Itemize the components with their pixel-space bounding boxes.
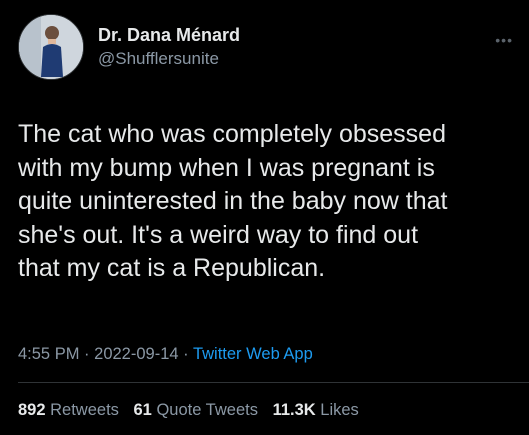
author-handle[interactable]: @Shufflersunite <box>98 49 240 69</box>
tweet-source-link[interactable]: Twitter Web App <box>193 345 313 363</box>
tweet-header: Dr. Dana Ménard @Shufflersunite <box>18 14 240 80</box>
retweets-label: Retweets <box>50 401 119 419</box>
tweet-text: The cat who was completely obsessed with… <box>18 120 448 282</box>
likes-stat[interactable]: 11.3K Likes <box>273 401 359 419</box>
meta-separator: · <box>183 345 189 363</box>
divider <box>18 382 529 383</box>
likes-label: Likes <box>320 401 359 419</box>
quote-tweets-stat[interactable]: 61 Quote Tweets <box>134 401 263 419</box>
quote-tweets-label: Quote Tweets <box>156 401 258 419</box>
tweet-time[interactable]: 4:55 PM <box>18 345 79 363</box>
tweet: Dr. Dana Ménard @Shufflersunite ••• The … <box>0 0 529 435</box>
avatar[interactable] <box>18 14 84 80</box>
retweets-stat[interactable]: 892 Retweets <box>18 401 124 419</box>
author-display-name[interactable]: Dr. Dana Ménard <box>98 25 240 46</box>
quote-tweets-count: 61 <box>133 401 152 419</box>
author-names: Dr. Dana Ménard @Shufflersunite <box>98 25 240 69</box>
tweet-meta: 4:55 PM · 2022-09-14 · Twitter Web App <box>18 345 313 364</box>
retweets-count: 892 <box>18 401 46 419</box>
more-options-icon[interactable]: ••• <box>495 33 513 47</box>
likes-count: 11.3K <box>272 401 316 419</box>
tweet-stats: 892 Retweets 61 Quote Tweets 11.3K Likes <box>18 401 369 420</box>
tweet-date[interactable]: 2022-09-14 <box>94 345 178 363</box>
meta-separator: · <box>84 345 90 363</box>
